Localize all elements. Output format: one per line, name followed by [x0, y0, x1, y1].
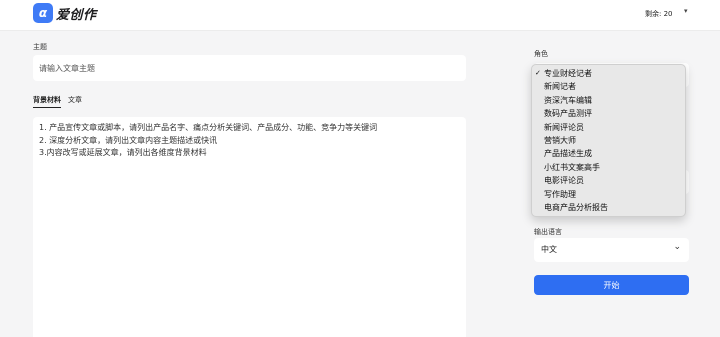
role-option[interactable]: 数码产品测评: [532, 107, 685, 120]
logo-text: 爱创作: [56, 8, 97, 23]
caret-down-icon[interactable]: ▾: [684, 7, 688, 15]
logo-icon: α: [33, 3, 53, 23]
remaining-quota[interactable]: 剩余: 20: [645, 9, 673, 19]
role-option[interactable]: 产品描述生成: [532, 147, 685, 160]
material-line: 2. 深度分析文章，请列出文章内容主题描述或快讯: [39, 135, 218, 145]
role-option[interactable]: 资深汽车编辑: [532, 94, 685, 107]
start-button[interactable]: 开始: [534, 275, 689, 295]
role-option[interactable]: ✓ 专业财经记者: [532, 67, 685, 80]
role-option[interactable]: 新闻评论员: [532, 121, 685, 134]
topic-input[interactable]: [33, 55, 466, 81]
checkmark-icon: ✓: [535, 69, 541, 77]
role-option[interactable]: 营销大师: [532, 134, 685, 147]
output-language-value: 中文: [541, 245, 557, 254]
role-option[interactable]: 新闻记者: [532, 80, 685, 93]
material-line: 1. 产品宣传文章或脚本，请列出产品名字、痛点分析关键词、产品成分、功能、竞争力…: [39, 123, 378, 132]
role-label: 角色: [534, 50, 548, 58]
material-line: 3.内容改写或延展文章，请列出各维度背景材料: [39, 148, 207, 157]
background-material-textarea[interactable]: 1. 产品宣传文章或脚本，请列出产品名字、痛点分析关键词、产品成分、功能、竞争力…: [33, 117, 466, 337]
role-option[interactable]: 写作助理: [532, 188, 685, 201]
chevron-down-icon: ⌄: [673, 242, 681, 252]
output-language-label: 输出语言: [534, 228, 562, 236]
tab-article[interactable]: 文章: [68, 95, 82, 105]
output-language-select[interactable]: 中文 ⌄: [534, 238, 689, 262]
role-dropdown-menu: ✓ 专业财经记者 新闻记者 资深汽车编辑 数码产品测评 新闻评论员 营销大师 产品…: [531, 64, 686, 217]
role-option[interactable]: 电商产品分析报告: [532, 201, 685, 214]
role-option[interactable]: 电影评论员: [532, 174, 685, 187]
topic-label: 主题: [33, 43, 47, 51]
app-header: α 爱创作 剩余: 20 ▾: [0, 0, 720, 31]
tab-background-material[interactable]: 背景材料: [33, 95, 61, 108]
role-option[interactable]: 小红书文案高手: [532, 161, 685, 174]
